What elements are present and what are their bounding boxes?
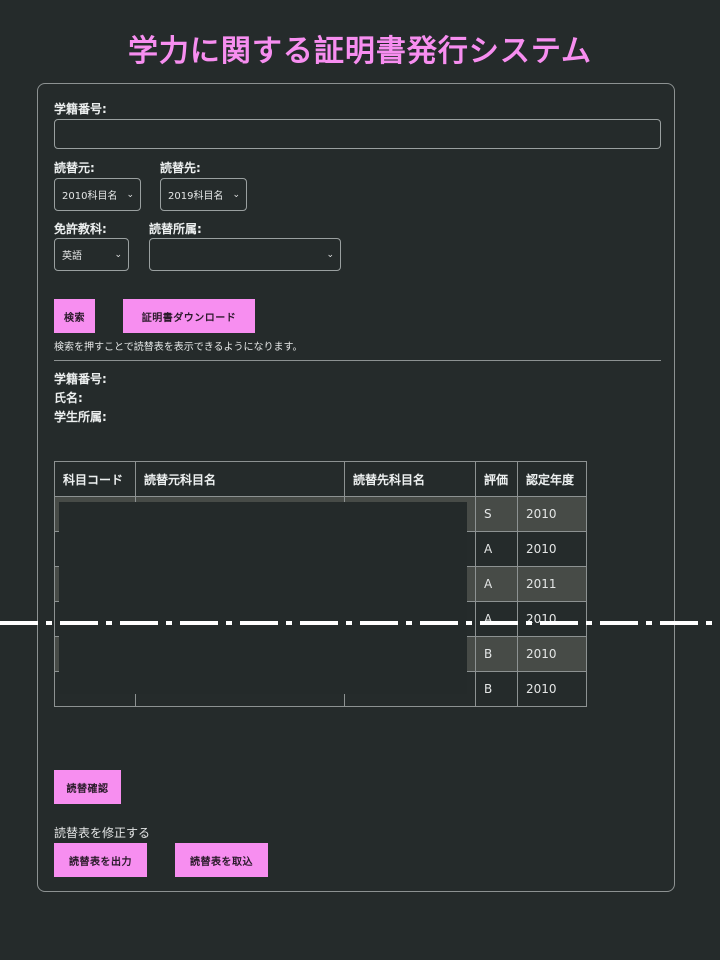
cell-grade: A [475, 601, 518, 637]
divider [54, 360, 661, 361]
dash-divider [0, 621, 720, 625]
student-id-input[interactable] [54, 119, 661, 149]
header-year: 認定年度 [517, 461, 587, 497]
cell-grade: A [475, 566, 518, 602]
header-target-subject: 読替先科目名 [344, 461, 476, 497]
import-table-button[interactable]: 読替表を取込 [175, 843, 268, 877]
chevron-down-icon: ⌄ [126, 189, 134, 200]
cell-year: 2010 [517, 671, 587, 707]
license-select[interactable]: 英語 ⌄ [54, 238, 129, 271]
cell-year: 2010 [517, 601, 587, 637]
header-source-subject: 読替元科目名 [135, 461, 345, 497]
header-grade: 評価 [475, 461, 518, 497]
target-select[interactable]: 2019科目名 ⌄ [160, 178, 247, 211]
source-label: 読替元: [54, 161, 95, 175]
source-select[interactable]: 2010科目名 ⌄ [54, 178, 141, 211]
redacted-area [59, 502, 467, 694]
student-affiliation-label: 学生所属: [54, 410, 107, 424]
affiliation-select[interactable]: ⌄ [149, 238, 341, 271]
cell-grade: A [475, 531, 518, 567]
page-title: 学力に関する証明書発行システム [127, 34, 593, 69]
main-panel: 学籍番号: 読替元: 2010科目名 ⌄ 読替先: 2019科目名 ⌄ 免許教科… [37, 83, 675, 892]
confirm-conversion-button[interactable]: 読替確認 [54, 770, 121, 804]
search-button[interactable]: 検索 [54, 299, 95, 333]
affiliation-label: 読替所属: [149, 222, 202, 236]
header-subject-code: 科目コード [54, 461, 136, 497]
table-header-row: 科目コード 読替元科目名 読替先科目名 評価 認定年度 [54, 461, 587, 497]
cell-year: 2011 [517, 566, 587, 602]
cell-year: 2010 [517, 496, 587, 532]
license-select-value: 英語 [62, 251, 82, 262]
target-select-value: 2019科目名 [168, 191, 224, 202]
cell-year: 2010 [517, 531, 587, 567]
target-label: 読替先: [160, 161, 201, 175]
student-id-info-label: 学籍番号: [54, 372, 107, 386]
license-label: 免許教科: [54, 222, 107, 236]
cell-grade: B [475, 671, 518, 707]
chevron-down-icon: ⌄ [232, 189, 240, 200]
cell-grade: B [475, 636, 518, 672]
student-name-label: 氏名: [54, 391, 83, 405]
chevron-down-icon: ⌄ [326, 249, 334, 260]
chevron-down-icon: ⌄ [114, 249, 122, 260]
student-id-label: 学籍番号: [54, 102, 107, 116]
cell-year: 2010 [517, 636, 587, 672]
source-select-value: 2010科目名 [62, 191, 118, 202]
search-hint: 検索を押すことで読替表を表示できるようになります。 [54, 342, 303, 353]
download-certificate-button[interactable]: 証明書ダウンロード [123, 299, 255, 333]
export-table-button[interactable]: 読替表を出力 [54, 843, 147, 877]
modify-table-label: 読替表を修正する [54, 826, 151, 840]
cell-grade: S [475, 496, 518, 532]
